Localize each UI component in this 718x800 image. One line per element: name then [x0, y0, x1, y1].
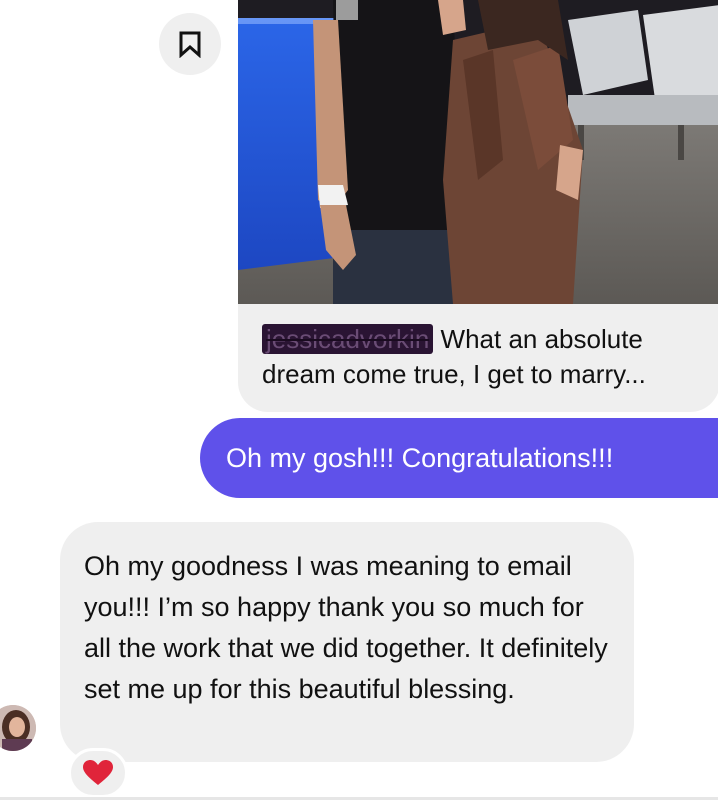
save-post-button[interactable]	[159, 13, 221, 75]
shared-post-card[interactable]: jessicadvorkin What an absolute dream co…	[238, 0, 718, 412]
avatar-image	[0, 705, 36, 751]
shared-post-photo[interactable]	[238, 0, 718, 304]
message-reaction[interactable]	[68, 748, 128, 798]
sent-message-bubble[interactable]: Oh my gosh!!! Congratulations!!!	[200, 418, 718, 498]
avatar[interactable]	[0, 705, 36, 751]
caption-username[interactable]: jessicadvorkin	[262, 324, 434, 354]
red-heart-icon	[83, 760, 113, 785]
couple-photo-image	[238, 0, 718, 304]
bookmark-icon	[179, 31, 201, 58]
received-message-bubble[interactable]: Oh my goodness I was meaning to email yo…	[60, 522, 634, 762]
dm-thread: jessicadvorkin What an absolute dream co…	[0, 0, 718, 800]
shared-post-caption: jessicadvorkin What an absolute dream co…	[262, 322, 702, 392]
